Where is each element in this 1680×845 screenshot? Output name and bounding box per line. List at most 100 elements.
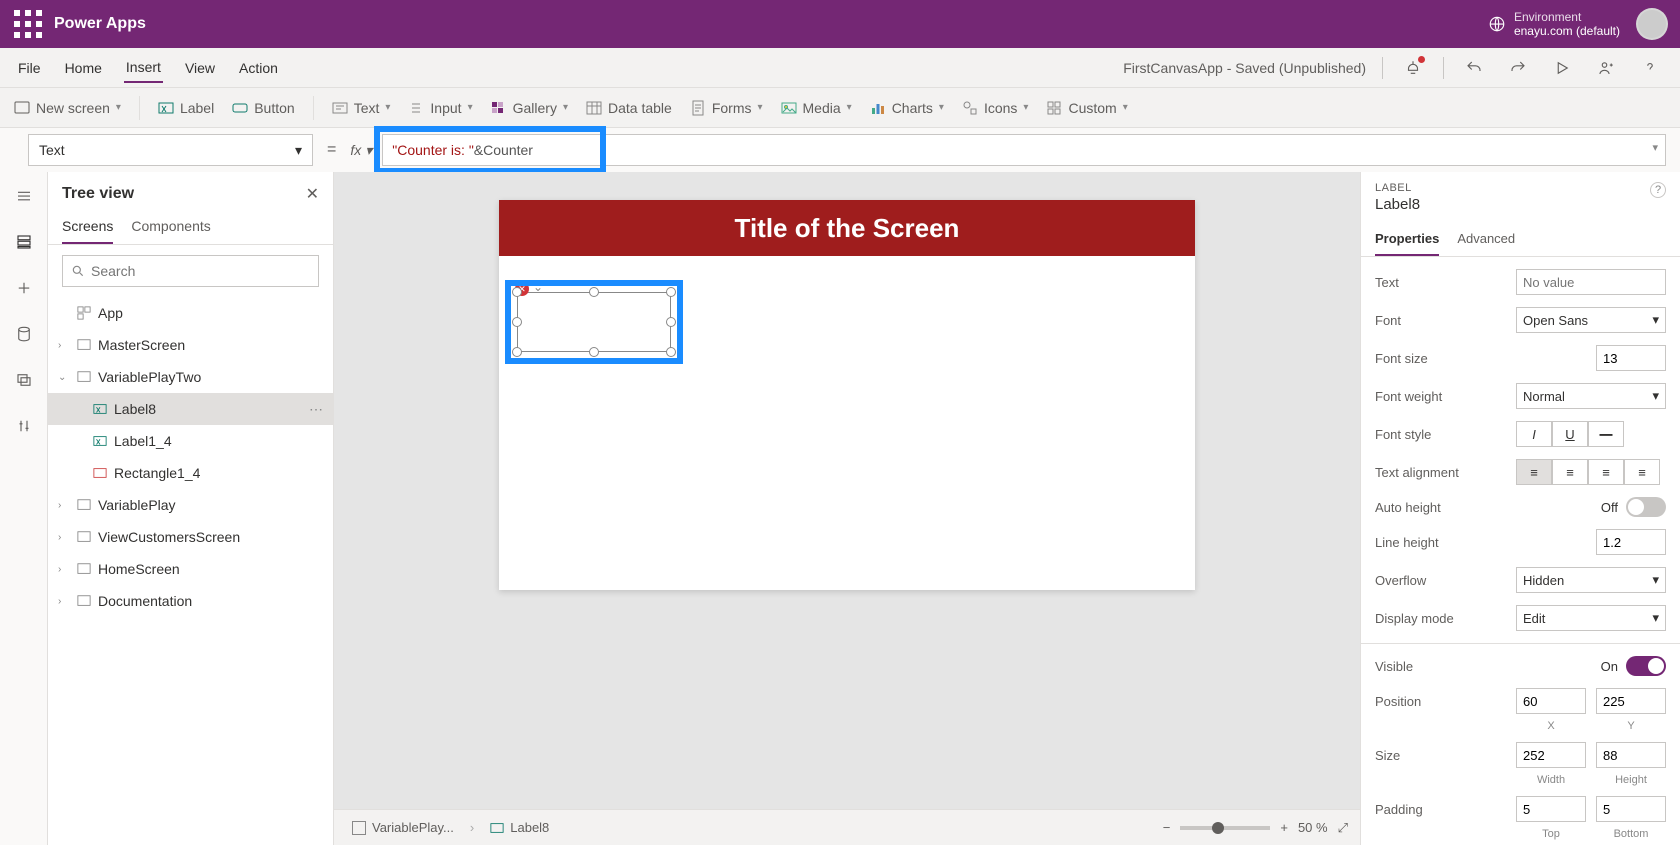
zoom-in-icon[interactable]: + xyxy=(1280,820,1288,835)
play-icon[interactable] xyxy=(1548,54,1576,82)
user-avatar[interactable] xyxy=(1636,8,1668,40)
padding-bottom-input[interactable] xyxy=(1596,796,1666,822)
tree-item-label: Documentation xyxy=(98,593,192,609)
prop-position-label: Position xyxy=(1375,694,1421,709)
prop-fontweight-select[interactable]: Normal▾ xyxy=(1516,383,1666,409)
padding-top-input[interactable] xyxy=(1516,796,1586,822)
position-y-input[interactable] xyxy=(1596,688,1666,714)
resize-handle[interactable] xyxy=(666,287,676,297)
tree-item-viewcustomers[interactable]: › ViewCustomersScreen xyxy=(48,521,333,553)
prop-text-input[interactable] xyxy=(1516,269,1666,295)
tree-item-homescreen[interactable]: › HomeScreen xyxy=(48,553,333,585)
tree-close-icon[interactable]: ✕ xyxy=(306,184,319,204)
autoheight-toggle[interactable] xyxy=(1626,497,1666,517)
rail-tree-icon[interactable] xyxy=(8,226,40,258)
visible-toggle[interactable] xyxy=(1626,656,1666,676)
help-icon[interactable] xyxy=(1636,54,1664,82)
resize-handle[interactable] xyxy=(512,317,522,327)
insert-text-dropdown[interactable]: Text▾ xyxy=(332,100,391,116)
formula-input[interactable] xyxy=(382,134,1666,166)
tree-item-more-icon[interactable]: ⋯ xyxy=(309,401,323,418)
menu-insert[interactable]: Insert xyxy=(124,53,163,83)
insert-charts-dropdown[interactable]: Charts▾ xyxy=(870,100,944,116)
align-center-button[interactable]: ≡ xyxy=(1552,459,1588,485)
rail-data-icon[interactable] xyxy=(8,318,40,350)
rail-add-icon[interactable] xyxy=(8,272,40,304)
align-left-button[interactable]: ≡ xyxy=(1516,459,1552,485)
props-tab-advanced[interactable]: Advanced xyxy=(1457,223,1515,256)
resize-handle[interactable] xyxy=(512,287,522,297)
prop-overflow-select[interactable]: Hidden▾ xyxy=(1516,567,1666,593)
tree-item-rectangle1-4[interactable]: Rectangle1_4 xyxy=(48,457,333,489)
size-w-input[interactable] xyxy=(1516,742,1586,768)
tree-view-title: Tree view xyxy=(62,185,134,203)
breadcrumb-screen[interactable]: VariablePlay... xyxy=(346,818,460,837)
position-x-input[interactable] xyxy=(1516,688,1586,714)
resize-handle[interactable] xyxy=(512,347,522,357)
prop-displaymode-select[interactable]: Edit▾ xyxy=(1516,605,1666,631)
insert-custom-dropdown[interactable]: Custom▾ xyxy=(1046,100,1127,116)
insert-icons-dropdown[interactable]: Icons▾ xyxy=(962,100,1029,116)
resize-handle[interactable] xyxy=(589,347,599,357)
tree-item-documentation[interactable]: › Documentation xyxy=(48,585,333,617)
breadcrumb-control[interactable]: Label8 xyxy=(484,818,555,837)
resize-handle[interactable] xyxy=(589,287,599,297)
fontstyle-italic-button[interactable]: I xyxy=(1516,421,1552,447)
redo-icon[interactable] xyxy=(1504,54,1532,82)
tree-item-variableplay[interactable]: › VariablePlay xyxy=(48,489,333,521)
environment-selector[interactable]: Environment enayu.com (default) xyxy=(1488,10,1620,39)
props-help-icon[interactable]: ? xyxy=(1650,182,1666,198)
fontstyle-strike-button[interactable]: — xyxy=(1588,421,1624,447)
prop-font-select[interactable]: Open Sans▾ xyxy=(1516,307,1666,333)
app-launcher-icon[interactable] xyxy=(12,8,44,40)
fx-icon[interactable]: fx▾ xyxy=(350,142,372,159)
insert-label-button[interactable]: Label xyxy=(158,100,214,116)
insert-input-dropdown[interactable]: Input▾ xyxy=(408,100,472,116)
selected-control-label8[interactable]: ✕ ⌄ xyxy=(515,290,673,354)
align-justify-button[interactable]: ≡ xyxy=(1624,459,1660,485)
prop-fontsize-input[interactable] xyxy=(1596,345,1666,371)
fit-icon[interactable]: ⤢ xyxy=(1338,820,1348,836)
zoom-out-icon[interactable]: − xyxy=(1163,820,1171,835)
fontstyle-underline-button[interactable]: U xyxy=(1552,421,1588,447)
tree-item-label1-4[interactable]: Label1_4 xyxy=(48,425,333,457)
formula-expand-icon[interactable]: ▾ xyxy=(1652,141,1658,154)
insert-datatable-button[interactable]: Data table xyxy=(586,100,672,116)
tree-search[interactable] xyxy=(62,255,319,287)
tree-item-variableplaytwo[interactable]: ⌄ VariablePlayTwo xyxy=(48,361,333,393)
insert-gallery-dropdown[interactable]: Gallery▾ xyxy=(491,100,568,116)
tree-tab-screens[interactable]: Screens xyxy=(62,210,113,244)
app-checker-icon[interactable] xyxy=(1399,54,1427,82)
tree-item-label8[interactable]: Label8 ⋯ xyxy=(48,393,333,425)
tree-app[interactable]: App xyxy=(48,297,333,329)
share-icon[interactable] xyxy=(1592,54,1620,82)
insert-button-button[interactable]: Button xyxy=(232,100,294,116)
control-menu-icon[interactable]: ⌄ xyxy=(533,280,543,294)
prop-align-label: Text alignment xyxy=(1375,465,1459,480)
zoom-value: 50 % xyxy=(1298,820,1328,835)
align-right-button[interactable]: ≡ xyxy=(1588,459,1624,485)
insert-media-dropdown[interactable]: Media▾ xyxy=(781,100,852,116)
undo-icon[interactable] xyxy=(1460,54,1488,82)
zoom-slider[interactable] xyxy=(1180,826,1270,830)
rail-hamburger-icon[interactable] xyxy=(8,180,40,212)
props-tab-properties[interactable]: Properties xyxy=(1375,223,1439,256)
menu-home[interactable]: Home xyxy=(63,54,104,82)
menu-view[interactable]: View xyxy=(183,54,217,82)
tree-tab-components[interactable]: Components xyxy=(131,210,210,244)
tree-search-input[interactable] xyxy=(91,263,310,279)
menu-file[interactable]: File xyxy=(16,54,43,82)
insert-forms-dropdown[interactable]: Forms▾ xyxy=(690,100,763,116)
rail-advanced-icon[interactable] xyxy=(8,410,40,442)
app-screen[interactable]: Title of the Screen ✕ ⌄ xyxy=(499,200,1195,590)
property-selector[interactable]: Text▾ xyxy=(28,134,313,166)
rail-media-icon[interactable] xyxy=(8,364,40,396)
prop-lineheight-input[interactable] xyxy=(1596,529,1666,555)
tree-item-masterscreen[interactable]: › MasterScreen xyxy=(48,329,333,361)
menu-action[interactable]: Action xyxy=(237,54,280,82)
resize-handle[interactable] xyxy=(666,317,676,327)
resize-handle[interactable] xyxy=(666,347,676,357)
new-screen-button[interactable]: New screen▾ xyxy=(14,100,121,116)
size-h-input[interactable] xyxy=(1596,742,1666,768)
formula-bar: Text▾ = fx▾ "Counter is: " & Counter ▾ xyxy=(0,128,1680,172)
